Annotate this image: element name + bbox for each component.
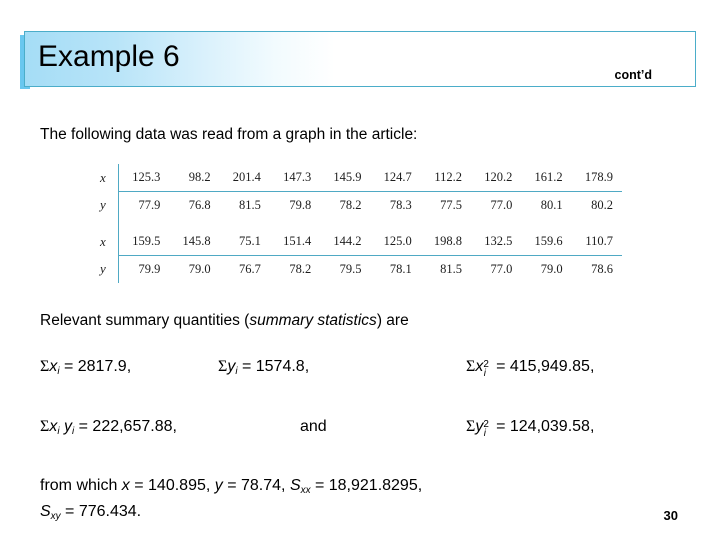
x-value: = 140.895, <box>129 477 215 494</box>
table-cell: 125.0 <box>370 228 421 256</box>
table-cell: 159.5 <box>118 228 170 256</box>
table-cell: 201.4 <box>219 164 270 192</box>
subscript-x: i <box>57 425 60 437</box>
table-cell: 120.2 <box>471 164 522 192</box>
y-value: = 78.74, <box>222 477 290 494</box>
table-cell: 124.7 <box>370 164 421 192</box>
table-cell: 78.1 <box>389 262 412 276</box>
table-row: y 79.9 79.0 76.7 78.2 79.5 78.1 81.5 77.… <box>98 255 622 283</box>
summary-prefix: Relevant summary quantities ( <box>40 312 250 329</box>
data-table: x 125.3 98.2 201.4 147.3 145.9 124.7 112… <box>98 164 622 283</box>
table-cell: 178.9 <box>571 164 622 192</box>
row-label: y <box>98 255 120 283</box>
table-row: y 77.9 76.8 81.5 79.8 78.2 78.3 77.5 77.… <box>98 191 622 219</box>
table-cell: 151.4 <box>269 228 321 256</box>
table-cell: 79.5 <box>339 262 362 276</box>
sigma-symbol: Σ <box>40 418 50 435</box>
page-title: Example 6 <box>38 40 180 73</box>
formula-sum-x-squared: Σx 2 i = 415,949.85, <box>466 358 595 379</box>
table-row: x 159.5 145.8 75.1 151.4 144.2 125.0 198… <box>98 228 622 256</box>
table-cell: 79.9 <box>138 262 161 276</box>
value: = 1574.8, <box>241 358 310 375</box>
conclusion-line-1: from which x = 140.895, y = 78.74, Sxx =… <box>40 477 422 495</box>
table-cell: 98.2 <box>169 164 220 192</box>
table-spacer-row <box>98 219 622 228</box>
table-row: x 125.3 98.2 201.4 147.3 145.9 124.7 112… <box>98 164 622 192</box>
value: = 124,039.58, <box>496 418 595 435</box>
sxy-variable: S <box>40 503 51 520</box>
table-cell: 78.3 <box>389 198 412 212</box>
variable: y <box>475 418 484 435</box>
table-cell: 79.0 <box>188 262 211 276</box>
sxy-value: = 776.434. <box>60 503 142 520</box>
row-label-spacer <box>98 219 120 228</box>
subscript-y: i <box>71 425 75 437</box>
table-cell: 161.2 <box>521 164 572 192</box>
page-number: 30 <box>663 508 678 523</box>
conclusion-prefix: from which <box>40 477 122 494</box>
formula-sum-y-squared: Σy 2 i = 124,039.58, <box>466 418 595 439</box>
table-cell: 81.5 <box>239 198 261 212</box>
formula-sum-xy: Σxi yi = 222,657.88, <box>40 418 177 436</box>
conjunction-and: and <box>300 418 327 435</box>
subscript: i <box>235 365 238 377</box>
table-cell: 80.2 <box>591 198 613 212</box>
table-cell: 78.2 <box>339 198 362 212</box>
table-cell: 77.0 <box>490 198 513 212</box>
summary-suffix: ) are <box>376 312 409 329</box>
summary-emphasis: summary statistics <box>249 312 377 329</box>
table-cell: 77.5 <box>440 198 463 212</box>
table-cell: 125.3 <box>118 164 170 192</box>
spacer-cell <box>119 219 622 228</box>
summary-quantities-heading: Relevant summary quantities (summary sta… <box>40 312 409 330</box>
table-cell: 79.8 <box>289 198 312 212</box>
table-cell: 80.1 <box>540 198 563 212</box>
table-cell: 144.2 <box>320 228 371 256</box>
sigma-symbol: Σ <box>466 418 476 435</box>
table-cell: 76.7 <box>239 262 261 276</box>
value: = 222,657.88, <box>78 418 177 435</box>
table-cell: 145.9 <box>320 164 371 192</box>
sxy-subscript: xy <box>50 510 61 522</box>
row-label: y <box>98 191 120 219</box>
variable-y: y <box>63 418 72 435</box>
value: = 415,949.85, <box>496 358 595 375</box>
sxx-variable: S <box>289 477 301 494</box>
table-cell: 132.5 <box>471 228 522 256</box>
table-cell: 77.0 <box>490 262 513 276</box>
table-cell: 76.8 <box>188 198 211 212</box>
conclusion-line-2: Sxy = 776.434. <box>40 503 141 521</box>
intro-text: The following data was read from a graph… <box>40 126 418 143</box>
y-variable: y <box>214 477 223 494</box>
x-variable: x <box>121 477 130 494</box>
formula-sum-y: Σyi = 1574.8, <box>218 358 309 376</box>
value: = 2817.9, <box>63 358 132 375</box>
table-cell: 112.2 <box>420 164 472 192</box>
row-label: x <box>98 228 120 256</box>
table-cell: 75.1 <box>219 228 270 256</box>
subscript: i <box>57 365 60 377</box>
table-cell: 110.7 <box>571 228 622 256</box>
table-cell: 159.6 <box>521 228 572 256</box>
sxx-value: = 18,921.8295, <box>310 477 423 494</box>
table-cell: 147.3 <box>269 164 321 192</box>
table-cell: 79.0 <box>540 262 563 276</box>
sigma-symbol: Σ <box>466 358 476 375</box>
table-cell: 198.8 <box>420 228 472 256</box>
row-label: x <box>98 164 120 192</box>
sxx-subscript: xx <box>300 484 311 496</box>
table-cell: 145.8 <box>169 228 220 256</box>
sigma-symbol: Σ <box>40 358 50 375</box>
table-cell: 81.5 <box>440 262 463 276</box>
continued-label: cont’d <box>614 68 653 82</box>
variable: x <box>475 358 484 375</box>
formula-sum-x: Σxi = 2817.9, <box>40 358 131 376</box>
table-cell: 77.9 <box>138 198 161 212</box>
table-cell: 78.6 <box>591 262 613 276</box>
sigma-symbol: Σ <box>218 358 228 375</box>
table-cell: 78.2 <box>289 262 312 276</box>
